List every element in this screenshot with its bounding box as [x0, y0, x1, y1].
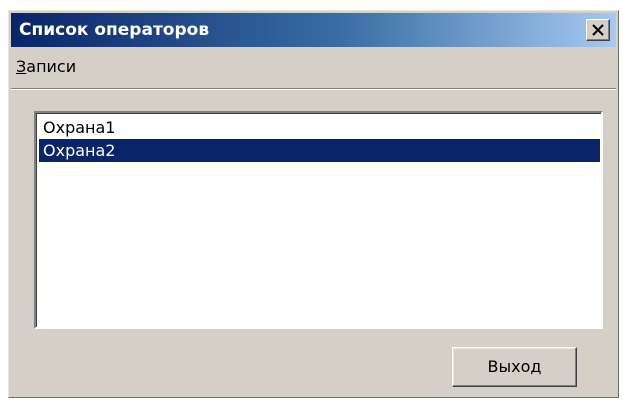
menu-bar: Записи	[11, 49, 616, 79]
title-bar[interactable]: Список операторов	[11, 13, 616, 47]
exit-button[interactable]: Выход	[452, 347, 577, 387]
menu-separator	[11, 88, 616, 90]
list-item-operator-1[interactable]: Охрана1	[39, 116, 600, 139]
menu-item-records-label: аписи	[26, 57, 77, 76]
menu-item-records[interactable]: Записи	[16, 57, 76, 77]
operators-dialog: Список операторов Записи Охрана1 Охрана2…	[8, 10, 619, 398]
operators-list: Охрана1 Охрана2	[39, 116, 600, 162]
menu-item-records-accelerator: З	[16, 57, 27, 76]
close-icon	[592, 24, 604, 36]
operators-listbox[interactable]: Охрана1 Охрана2	[34, 111, 603, 329]
window-title: Список операторов	[19, 20, 210, 40]
list-item-operator-2[interactable]: Охрана2	[39, 139, 600, 162]
close-button[interactable]	[586, 19, 610, 41]
